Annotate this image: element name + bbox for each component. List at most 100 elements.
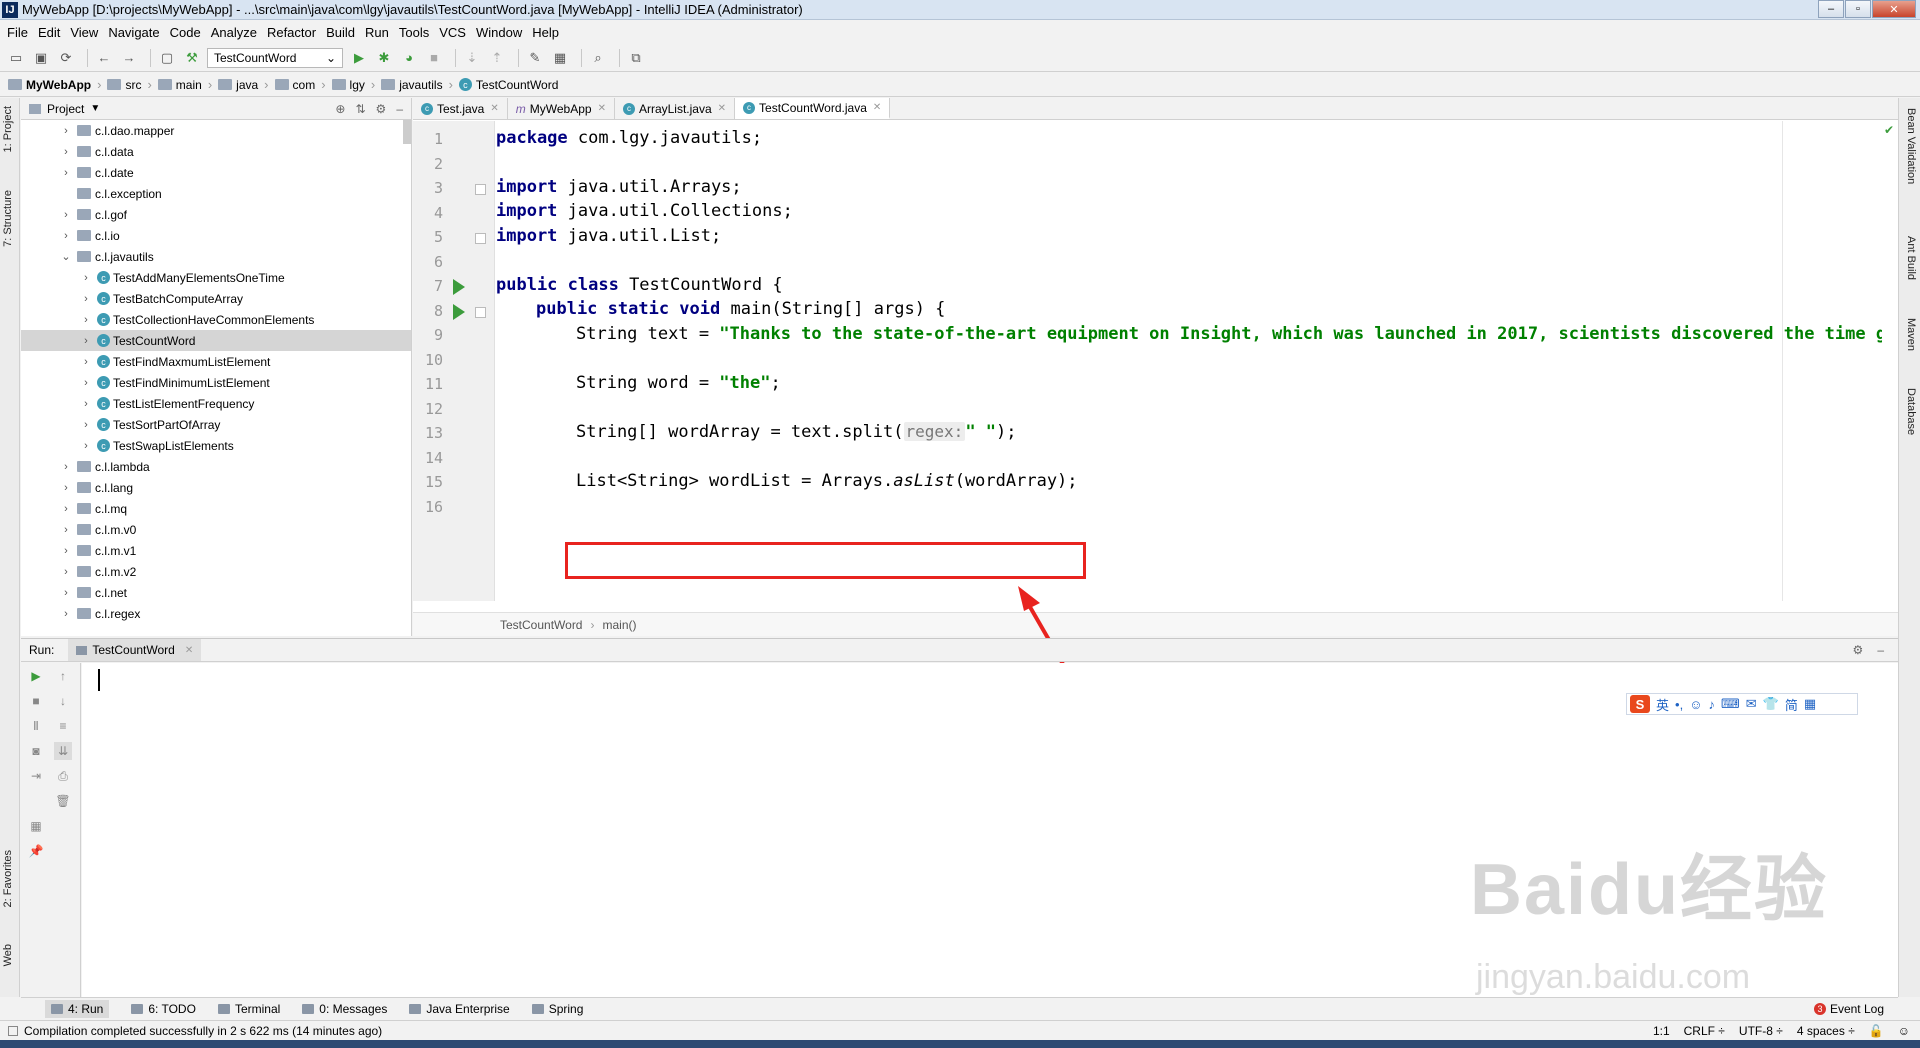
tree-row[interactable]: › c.l.regex <box>21 603 411 624</box>
bottom-tool-tab[interactable]: Terminal <box>217 1002 280 1016</box>
expand-arrow-icon[interactable]: › <box>59 209 73 221</box>
expand-arrow-icon[interactable]: › <box>59 545 73 557</box>
close-icon[interactable]: ✕ <box>873 102 881 113</box>
expand-arrow-icon[interactable]: › <box>79 335 93 347</box>
tasks-icon[interactable]: ⧉ <box>626 48 646 68</box>
expand-arrow-icon[interactable]: › <box>59 146 73 158</box>
menu-help[interactable]: Help <box>529 25 566 40</box>
tool-tab-structure[interactable]: 7: Structure <box>2 190 14 247</box>
run-gutter-icon[interactable] <box>453 279 465 295</box>
scroll-to-end-icon[interactable]: ⇊ <box>54 742 72 760</box>
ime-keyboard-icon[interactable]: ⌨ <box>1721 696 1740 712</box>
layout-icon[interactable]: ▦ <box>27 817 45 835</box>
line-separator[interactable]: CRLF ÷ <box>1684 1024 1725 1038</box>
tree-row[interactable]: ⌄ c.l.javautils <box>21 246 411 267</box>
file-encoding[interactable]: UTF-8 ÷ <box>1739 1024 1783 1038</box>
crumb-javautils[interactable]: javautils <box>381 78 443 92</box>
inspector-icon[interactable]: ☺ <box>1898 1024 1910 1038</box>
tree-row[interactable]: › c.l.m.v0 <box>21 519 411 540</box>
settings-wrench-icon[interactable]: ✎ <box>525 48 545 68</box>
ime-skin-icon[interactable]: 👕 <box>1763 696 1779 712</box>
tree-row[interactable]: › c.l.lang <box>21 477 411 498</box>
expand-arrow-icon[interactable]: › <box>59 587 73 599</box>
ime-grid-icon[interactable]: ▦ <box>1804 696 1816 712</box>
crumb-com[interactable]: com <box>274 78 315 92</box>
close-icon[interactable]: ✕ <box>598 103 606 114</box>
run-config-select[interactable]: TestCountWord ⌄ <box>207 47 343 68</box>
bottom-tool-tab[interactable]: 0: Messages <box>302 1002 387 1016</box>
expand-arrow-icon[interactable]: › <box>79 377 93 389</box>
scroll-down-icon[interactable]: ↓ <box>54 692 72 710</box>
rerun-icon[interactable]: ▶ <box>27 667 45 685</box>
editor-tab[interactable]: m MyWebApp ✕ <box>508 98 615 119</box>
tree-row[interactable]: › c TestAddManyElementsOneTime <box>21 267 411 288</box>
chevron-down-icon[interactable]: ▼ <box>90 103 100 114</box>
tree-row[interactable]: › c.l.net <box>21 582 411 603</box>
tree-row[interactable]: › c.l.m.v2 <box>21 561 411 582</box>
tree-row[interactable]: › c.l.date <box>21 162 411 183</box>
expand-arrow-icon[interactable]: ⌄ <box>59 250 73 263</box>
tree-row[interactable]: › c.l.data <box>21 141 411 162</box>
event-log-button[interactable]: 3 Event Log <box>1813 1002 1884 1016</box>
status-toggle-icon[interactable] <box>8 1025 18 1036</box>
ime-voice-icon[interactable]: ♪ <box>1708 697 1715 712</box>
pause-icon[interactable]: Ⅱ <box>27 717 45 735</box>
close-icon[interactable]: ✕ <box>718 103 726 114</box>
run-tab[interactable]: TestCountWord ✕ <box>68 639 202 661</box>
expand-arrow-icon[interactable]: › <box>79 419 93 431</box>
pin-icon[interactable]: 📌 <box>27 842 45 860</box>
tree-row[interactable]: › c.l.io <box>21 225 411 246</box>
tree-scrollbar[interactable] <box>403 120 411 144</box>
hide-icon[interactable]: – <box>1877 643 1884 657</box>
expand-arrow-icon[interactable]: › <box>79 356 93 368</box>
print-icon[interactable]: ⎙ <box>54 767 72 785</box>
collapse-all-icon[interactable]: ⇅ <box>355 102 365 116</box>
soft-wrap-icon[interactable]: ≡ <box>54 717 72 735</box>
breadcrumb-method[interactable]: main() <box>602 618 636 632</box>
menu-vcs[interactable]: VCS <box>436 25 473 40</box>
caret-position[interactable]: 1:1 <box>1653 1024 1670 1038</box>
expand-arrow-icon[interactable]: › <box>59 461 73 473</box>
tree-row[interactable]: › c TestCountWord <box>21 330 411 351</box>
tree-row[interactable]: › c.l.gof <box>21 204 411 225</box>
tree-row[interactable]: › c TestBatchComputeArray <box>21 288 411 309</box>
tree-row[interactable]: › c.l.dao.mapper <box>21 120 411 141</box>
tree-row[interactable]: c.l.exception <box>21 183 411 204</box>
expand-arrow-icon[interactable]: › <box>59 167 73 179</box>
menu-code[interactable]: Code <box>167 25 208 40</box>
stop-icon[interactable]: ■ <box>27 692 45 710</box>
code-editor[interactable]: package com.lgy.javautils; import java.u… <box>496 121 1882 601</box>
crumb-java[interactable]: java <box>218 78 258 92</box>
run-gutter-icon[interactable] <box>453 303 465 320</box>
tree-row[interactable]: › c TestFindMinimumListElement <box>21 372 411 393</box>
bottom-tool-tab[interactable]: 4: Run <box>45 1000 110 1018</box>
bottom-tool-tab[interactable]: 6: TODO <box>131 1002 196 1016</box>
expand-arrow-icon[interactable]: › <box>59 230 73 242</box>
build-hammer-icon[interactable]: ⚒ <box>182 48 202 68</box>
tree-row[interactable]: › c.l.m.v1 <box>21 540 411 561</box>
editor-tab[interactable]: c TestCountWord.java ✕ <box>735 98 891 119</box>
sync-icon[interactable]: ⟳ <box>56 48 76 68</box>
exit-icon[interactable]: ⇥ <box>27 767 45 785</box>
expand-arrow-icon[interactable]: › <box>59 482 73 494</box>
menu-navigate[interactable]: Navigate <box>105 25 166 40</box>
gear-icon[interactable]: ⚙ <box>1853 643 1864 657</box>
expand-arrow-icon[interactable]: › <box>59 524 73 536</box>
indent-setting[interactable]: 4 spaces ÷ <box>1797 1024 1855 1038</box>
close-icon[interactable]: ✕ <box>185 645 193 656</box>
debug-icon[interactable]: ✱ <box>374 48 394 68</box>
editor-tab[interactable]: c ArrayList.java ✕ <box>615 98 736 119</box>
tool-tab-bean-validation[interactable]: Bean Validation <box>1905 108 1917 184</box>
crumb-src[interactable]: src <box>107 78 141 92</box>
menu-analyze[interactable]: Analyze <box>208 25 264 40</box>
expand-arrow-icon[interactable]: › <box>59 503 73 515</box>
ime-punct-icon[interactable]: •, <box>1675 697 1683 712</box>
tree-row[interactable]: › c TestCollectionHaveCommonElements <box>21 309 411 330</box>
stop-icon[interactable]: ■ <box>424 48 444 68</box>
menu-view[interactable]: View <box>67 25 105 40</box>
menu-run[interactable]: Run <box>362 25 396 40</box>
crumb-class[interactable]: c TestCountWord <box>458 78 558 92</box>
bottom-tool-tab[interactable]: Java Enterprise <box>409 1002 510 1016</box>
fold-marker-icon[interactable] <box>475 306 486 318</box>
tree-row[interactable]: › c TestFindMaxmumListElement <box>21 351 411 372</box>
